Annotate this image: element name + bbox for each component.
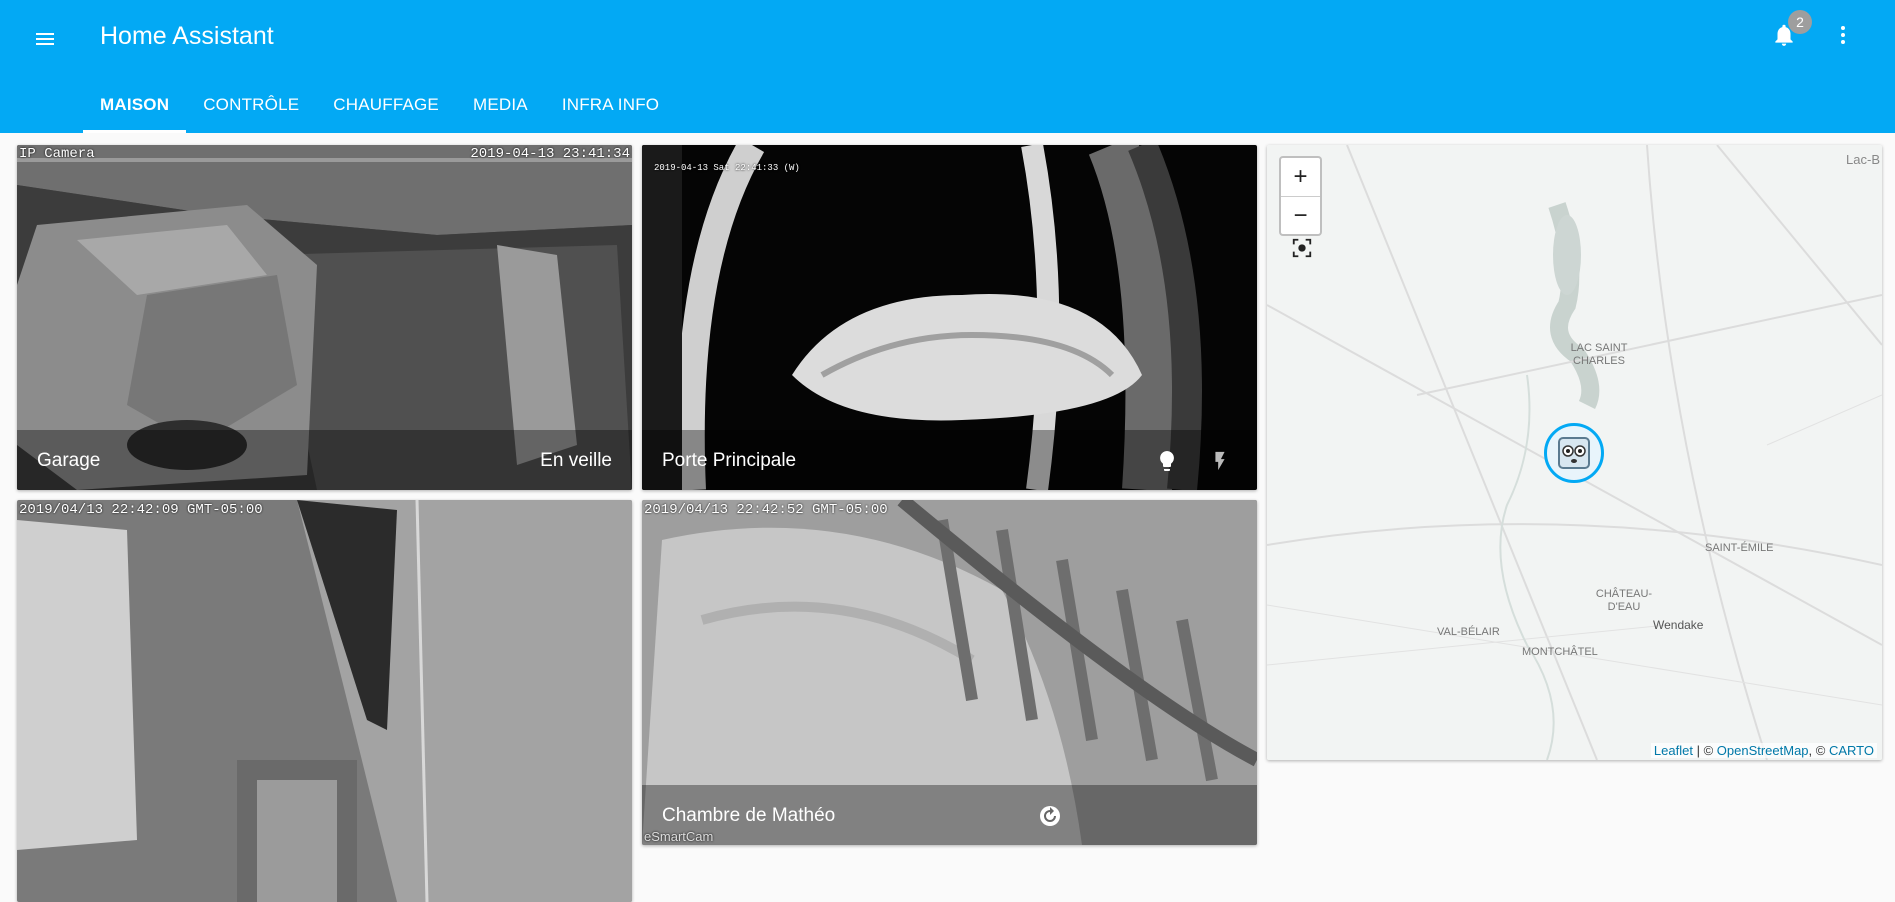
view-tabs: MAISON CONTRÔLE CHAUFFAGE MEDIA INFRA IN… <box>83 90 676 133</box>
tab-controle[interactable]: CONTRÔLE <box>186 90 316 133</box>
map-label: CHÂTEAU-D'EAU <box>1595 588 1653 613</box>
zoom-in-button[interactable]: + <box>1281 158 1320 196</box>
flash-icon[interactable] <box>1205 446 1235 476</box>
leaflet-link[interactable]: Leaflet <box>1654 743 1693 758</box>
map-label: LAC SAINT CHARLES <box>1570 342 1628 367</box>
attribution-separator: , © <box>1808 743 1829 758</box>
camera-name: Chambre de Mathéo <box>662 805 836 826</box>
person-marker-avatar[interactable] <box>1544 423 1604 483</box>
attribution-separator: | © <box>1692 743 1717 758</box>
menu-icon[interactable] <box>28 22 62 56</box>
tab-infra-info[interactable]: INFRA INFO <box>545 90 676 133</box>
camera-name: Porte Principale <box>662 450 797 471</box>
camera-state: En veille <box>540 450 612 471</box>
map-label: SAINT-ÉMILE <box>1705 542 1774 554</box>
camera-card-matheo[interactable]: 2019/04/13 22:42:52 GMT-05:00 Chambre de… <box>642 500 1257 845</box>
tab-maison[interactable]: MAISON <box>83 90 187 133</box>
camera-stamp: 2019/04/13 22:42:09 GMT-05:00 <box>19 502 263 518</box>
carto-link[interactable]: CARTO <box>1829 743 1874 758</box>
map-label: VAL-BÉLAIR <box>1437 626 1500 638</box>
tab-chauffage[interactable]: CHAUFFAGE <box>316 90 456 133</box>
app-header: Home Assistant 2 MAISON CONTRÔLE CHAUFFA… <box>0 0 1895 133</box>
notification-badge: 2 <box>1788 10 1812 34</box>
camera-name: Garage <box>37 450 101 471</box>
fit-bounds-icon[interactable] <box>1287 233 1317 263</box>
dots-vertical-icon[interactable] <box>1828 17 1858 53</box>
lightbulb-icon[interactable] <box>1152 446 1182 476</box>
camera-card-room[interactable]: 2019/04/13 22:42:09 GMT-05:00 <box>17 500 632 902</box>
camera-stamp-left: IP Camera <box>19 146 95 162</box>
camera-stamp-right: 2019-04-13 23:41:34 <box>470 146 630 162</box>
camera-watermark: eSmartCam <box>644 829 714 844</box>
map-label: Lac-B <box>1846 152 1880 167</box>
map-label: MONTCHÂTEL <box>1522 646 1598 658</box>
restart-icon[interactable] <box>1035 801 1065 831</box>
camera-card-garage[interactable]: IP Camera 2019-04-13 23:41:34 Garage En … <box>17 145 632 490</box>
camera-stamp: 2019-04-13 Sat 22:41:33 (W) <box>654 163 800 173</box>
app-title: Home Assistant <box>100 22 274 50</box>
map-attribution: Leaflet | © OpenStreetMap, © CARTO <box>1650 743 1877 758</box>
camera-footer: Porte Principale <box>642 430 1257 490</box>
camera-footer: Garage En veille <box>17 430 632 490</box>
app-root: Home Assistant 2 MAISON CONTRÔLE CHAUFFA… <box>0 0 1895 902</box>
camera-image-room <box>17 500 632 902</box>
map-label: Wendake <box>1653 618 1704 632</box>
camera-card-front-door[interactable]: 2019-04-13 Sat 22:41:33 (W) Porte Princi… <box>642 145 1257 490</box>
osm-link[interactable]: OpenStreetMap <box>1717 743 1809 758</box>
camera-footer: Chambre de Mathéo <box>642 785 1257 845</box>
zoom-out-button[interactable]: − <box>1281 196 1320 234</box>
camera-stamp: 2019/04/13 22:42:52 GMT-05:00 <box>644 502 888 518</box>
zoom-control: + − <box>1279 156 1322 236</box>
tab-media[interactable]: MEDIA <box>456 90 545 133</box>
